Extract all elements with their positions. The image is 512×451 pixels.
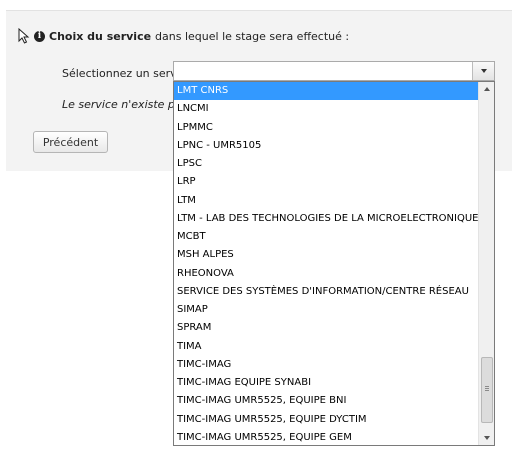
dropdown-option[interactable]: TIMC-IMAG UMR5525, EQUIPE DYCTIM — [174, 411, 478, 429]
scroll-thumb[interactable] — [481, 357, 493, 423]
dropdown-option[interactable]: LMT CNRS — [174, 82, 478, 101]
dropdown-option[interactable]: LPSC — [174, 155, 478, 173]
dropdown-scrollbar[interactable] — [478, 82, 494, 445]
dropdown-option[interactable]: LNCMI — [174, 100, 478, 118]
grip-line — [485, 390, 489, 391]
dropdown-option[interactable]: MSH ALPES — [174, 246, 478, 264]
dropdown-option[interactable]: TIMC-IMAG EQUIPE SYNABI — [174, 374, 478, 392]
dropdown-option[interactable]: LTM - LAB DES TECHNOLOGIES DE LA MICROEL… — [174, 210, 478, 228]
dropdown-options: LMT CNRS LNCMI LPMMC LPNC - UMR5105 LPSC LRP L… — [174, 82, 478, 445]
heading-rest: dans lequel le stage sera effectué : — [155, 29, 350, 43]
dropdown-option[interactable]: LPMMC — [174, 119, 478, 137]
info-icon: i — [34, 30, 45, 42]
scroll-up-icon — [483, 87, 490, 91]
dropdown-option[interactable]: LTM — [174, 192, 478, 210]
top-gap — [0, 0, 512, 10]
scroll-up-button[interactable] — [479, 82, 494, 96]
dropdown-option[interactable]: RHEONOVA — [174, 265, 478, 283]
dropdown-option[interactable]: TIMC-IMAG — [174, 356, 478, 374]
cursor-icon — [18, 28, 30, 44]
previous-button[interactable]: Précédent — [33, 131, 108, 153]
dropdown-option[interactable]: SIMAP — [174, 301, 478, 319]
scroll-down-icon — [483, 436, 490, 440]
grip-line — [485, 386, 489, 387]
dropdown-option[interactable]: TIMA — [174, 338, 478, 356]
dropdown-option[interactable]: TIMC-IMAG UMR5525, EQUIPE BNI — [174, 392, 478, 410]
dropdown-option[interactable]: LRP — [174, 173, 478, 191]
dropdown-option[interactable]: TIMC-IMAG UMR5525, EQUIPE GEM — [174, 429, 478, 445]
dropdown-option[interactable]: LPNC - UMR5105 — [174, 137, 478, 155]
dropdown-option[interactable]: SERVICE DES SYSTÈMES D'INFORMATION/CENTR… — [174, 283, 478, 301]
service-dropdown-list[interactable]: LMT CNRS LNCMI LPMMC LPNC - UMR5105 LPSC LRP L… — [173, 81, 495, 446]
form-heading: i Choix du service dans lequel le stage … — [18, 28, 349, 44]
select-arrow-button[interactable] — [472, 62, 494, 80]
grip-line — [485, 388, 489, 389]
scroll-down-button[interactable] — [479, 431, 494, 445]
heading-bold: Choix du service — [49, 29, 152, 43]
dropdown-option[interactable]: SPRAM — [174, 319, 478, 337]
service-select[interactable] — [173, 61, 495, 81]
chevron-down-icon — [480, 69, 487, 73]
service-missing-note: Le service n'existe pas encore dans la l… — [62, 98, 173, 111]
dropdown-option[interactable]: MCBT — [174, 228, 478, 246]
